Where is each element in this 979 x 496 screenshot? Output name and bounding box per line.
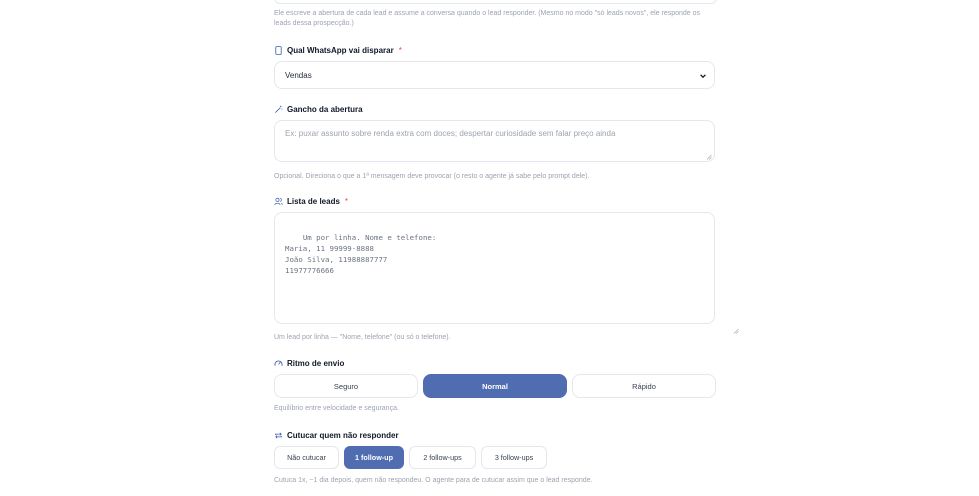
whatsapp-select[interactable]: Vendas <box>274 61 715 89</box>
cutucar-label-text: Cutucar quem não responder <box>287 430 399 440</box>
resize-grip-icon[interactable] <box>706 153 712 160</box>
whatsapp-select-value: Vendas <box>285 70 312 80</box>
intro-help-text: Ele escreve a abertura de cada lead e as… <box>274 10 701 27</box>
required-marker: * <box>398 45 402 55</box>
ritmo-help: Equilíbrio entre velocidade e segurança. <box>274 405 399 412</box>
cutucar-option-3[interactable]: 3 follow-ups <box>481 446 547 469</box>
ritmo-option-normal[interactable]: Normal <box>423 374 567 398</box>
resize-grip-icon[interactable] <box>706 315 739 334</box>
chevron-down-icon <box>699 72 707 80</box>
gancho-placeholder: Ex: puxar assunto sobre renda extra com … <box>285 129 616 138</box>
ritmo-label: Ritmo de envio <box>274 357 344 369</box>
phone-icon <box>274 45 283 55</box>
cutucar-option-2[interactable]: 2 follow-ups <box>409 446 476 469</box>
gancho-textarea[interactable]: Ex: puxar assunto sobre renda extra com … <box>274 120 715 162</box>
magic-wand-icon <box>274 105 283 114</box>
gancho-help: Opcional. Direciona o que a 1ª mensagem … <box>274 173 590 180</box>
gancho-label: Gancho da abertura <box>274 103 363 115</box>
cutucar-label: Cutucar quem não responder <box>274 429 399 441</box>
ritmo-option-seguro[interactable]: Seguro <box>274 374 418 398</box>
whatsapp-label: Qual WhatsApp vai disparar * <box>274 44 402 56</box>
leads-label: Lista de leads * <box>274 195 348 207</box>
cutucar-option-nao[interactable]: Não cutucar <box>274 446 339 469</box>
ritmo-option-rapido[interactable]: Rápido <box>572 374 716 398</box>
repeat-icon <box>274 431 283 440</box>
previous-field-frame <box>274 0 717 4</box>
leads-label-text: Lista de leads <box>287 196 340 206</box>
gancho-label-text: Gancho da abertura <box>287 104 363 114</box>
leads-help: Um lead por linha — "Nome, telefone" (ou… <box>274 334 451 341</box>
cutucar-help: Cutuca 1x, ~1 dia depois, quem não respo… <box>274 477 593 484</box>
required-marker: * <box>344 196 349 206</box>
ritmo-label-text: Ritmo de envio <box>287 358 345 368</box>
users-icon <box>274 197 283 206</box>
form-container: Ele escreve a abertura de cada lead e as… <box>0 0 979 496</box>
gauge-icon <box>274 359 283 368</box>
whatsapp-label-text: Qual WhatsApp vai disparar <box>287 45 394 55</box>
leads-textarea[interactable]: Um por linha. Nome e telefone: Maria, 11… <box>274 212 739 334</box>
leads-placeholder: Um por linha. Nome e telefone: Maria, 11… <box>285 233 437 275</box>
cutucar-option-1[interactable]: 1 follow-up <box>344 446 404 469</box>
